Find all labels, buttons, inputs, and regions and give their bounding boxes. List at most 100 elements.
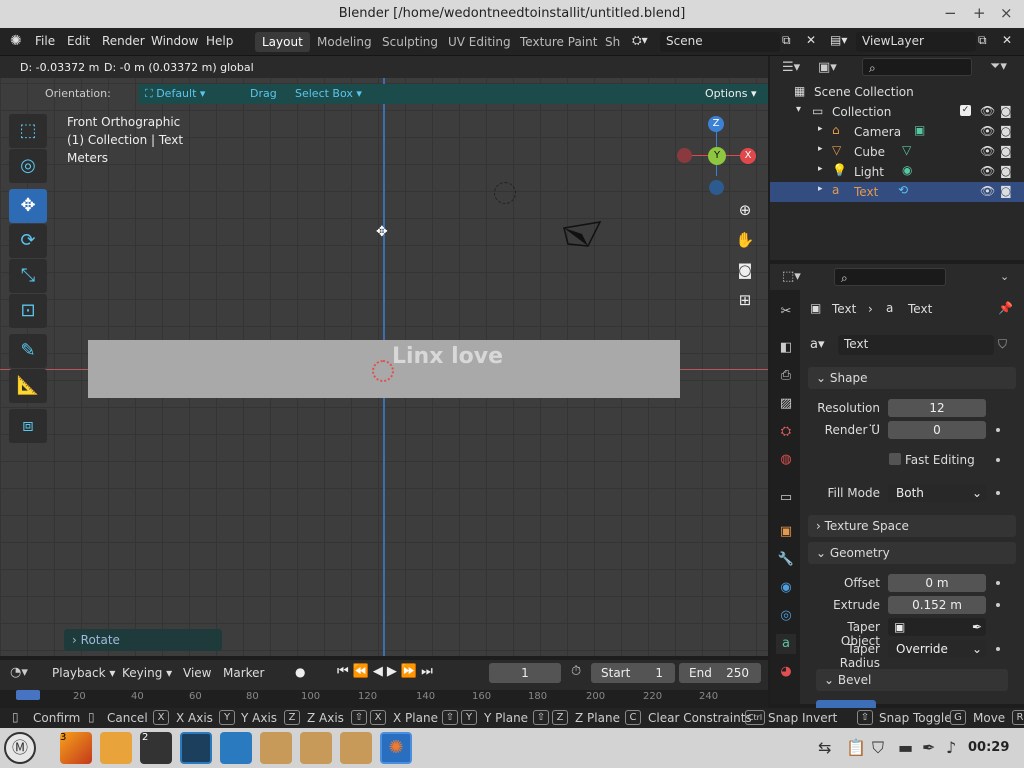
system-monitor-icon[interactable]: [180, 732, 212, 764]
end-frame-field[interactable]: End 250: [679, 663, 761, 683]
tab-texture-paint[interactable]: Texture Paint: [513, 32, 604, 52]
scene-tab-icon[interactable]: ⛭: [776, 422, 796, 442]
modifier-tab-icon[interactable]: 🔧: [776, 550, 796, 570]
menu-edit[interactable]: Edit: [67, 34, 90, 48]
3d-viewport[interactable]: Linx love ✥ Front Orthographic (1) Colle…: [0, 56, 768, 656]
render-camera-icon[interactable]: ◙: [1000, 164, 1012, 178]
minimize-button[interactable]: −: [944, 4, 957, 22]
fill-mode-dropdown[interactable]: Both ⌄: [888, 484, 986, 502]
tab-layout[interactable]: Layout: [255, 32, 310, 52]
gizmo-x[interactable]: X: [740, 148, 756, 164]
outliner-scene-collection[interactable]: ▦ Scene Collection: [770, 82, 1024, 102]
close-button[interactable]: ×: [1000, 4, 1013, 22]
light-object-icon[interactable]: [494, 182, 516, 204]
mesh-data-icon[interactable]: ▽: [902, 143, 911, 157]
render-u-field[interactable]: 0: [888, 421, 986, 439]
drag-dropdown[interactable]: Drag: [250, 87, 277, 100]
gizmo-neg-x[interactable]: [677, 148, 692, 163]
archive-icon[interactable]: [260, 732, 292, 764]
tab-uv-editing[interactable]: UV Editing: [441, 32, 518, 52]
view-layer-tab-icon[interactable]: ▨: [776, 394, 796, 414]
zoom-icon[interactable]: ⊕: [734, 199, 756, 221]
outliner-search-input[interactable]: ⌕: [862, 58, 972, 76]
eye-icon[interactable]: 👁: [980, 144, 995, 158]
clock[interactable]: 00:29: [968, 740, 1009, 755]
scene-selector[interactable]: Scene: [660, 32, 780, 52]
timeline-editor-type-icon[interactable]: ◔▾: [10, 665, 28, 680]
outliner-item-cube[interactable]: ▸ ▽ Cube ▽ 👁 ◙: [770, 142, 1024, 162]
properties-editor-type-icon[interactable]: ⬚▾: [782, 269, 801, 284]
orientation-dropdown[interactable]: ⛶ Default ▾: [145, 87, 205, 101]
add-cube-tool-icon[interactable]: ⧈: [9, 409, 47, 443]
exclude-checkbox[interactable]: ✓: [960, 105, 971, 116]
eye-icon[interactable]: 👁: [980, 124, 995, 138]
cursor-tool-icon[interactable]: ◎: [9, 149, 47, 183]
file-manager-icon[interactable]: [100, 732, 132, 764]
archive-icon[interactable]: [300, 732, 332, 764]
battery-icon[interactable]: ▬: [898, 738, 913, 757]
world-tab-icon[interactable]: ◍: [776, 450, 796, 470]
record-icon[interactable]: ●: [295, 665, 305, 679]
new-view-layer-icon[interactable]: ⧉: [978, 33, 987, 48]
firefox-icon[interactable]: 3: [60, 732, 92, 764]
keying-menu[interactable]: Keying ▾: [122, 666, 172, 680]
outliner-collection[interactable]: ▾ ▭ Collection ✓ 👁 ◙: [770, 102, 1024, 122]
rotate-tool-icon[interactable]: ⟳: [9, 224, 47, 258]
terminal-icon[interactable]: 2: [140, 732, 172, 764]
remove-view-layer-icon[interactable]: ✕: [1002, 33, 1012, 47]
render-tab-icon[interactable]: ◧: [776, 338, 796, 358]
clock-icon[interactable]: ⏱: [571, 664, 581, 679]
render-camera-icon[interactable]: ◙: [1000, 144, 1012, 158]
select-tool-icon[interactable]: ⬚: [9, 114, 47, 148]
scene-icon[interactable]: ⛭▾: [632, 33, 648, 48]
camera-object-icon[interactable]: [560, 218, 604, 250]
menu-render[interactable]: Render: [102, 34, 145, 48]
volume-icon[interactable]: ♪: [946, 738, 956, 757]
marker-menu[interactable]: Marker: [223, 666, 264, 680]
pan-hand-icon[interactable]: ✋: [734, 229, 756, 251]
last-operator-panel[interactable]: › Rotate: [64, 629, 222, 651]
object-tab-icon[interactable]: ▣: [776, 522, 796, 542]
archive-icon[interactable]: [340, 732, 372, 764]
options-dropdown[interactable]: Options ▾: [705, 87, 756, 100]
material-tab-icon[interactable]: ◕: [776, 662, 796, 682]
gizmo-y[interactable]: Y: [708, 147, 726, 165]
render-camera-icon[interactable]: ◙: [1000, 124, 1012, 138]
new-scene-icon[interactable]: ⧉: [782, 33, 791, 48]
menu-help[interactable]: Help: [206, 34, 233, 48]
bevel-panel-header[interactable]: ⌄ Bevel: [816, 669, 1008, 691]
shape-panel-header[interactable]: ⌄ Shape: [808, 367, 1016, 389]
measure-tool-icon[interactable]: 📐: [9, 369, 47, 403]
text-data-tab-icon[interactable]: a: [776, 634, 796, 654]
outliner-item-light[interactable]: ▸ 💡 Light ◉ 👁 ◙: [770, 162, 1024, 182]
blender-taskbar-icon[interactable]: ✺: [380, 732, 412, 764]
playhead[interactable]: [16, 690, 40, 700]
move-tool-icon[interactable]: ✥: [9, 189, 47, 223]
remove-scene-icon[interactable]: ✕: [806, 33, 816, 47]
datablock-name-field[interactable]: Text: [838, 335, 994, 355]
outliner-editor-type-icon[interactable]: ☰▾: [782, 60, 800, 75]
view-layer-icon[interactable]: ▤▾: [830, 33, 847, 47]
app-icon[interactable]: [220, 732, 252, 764]
network-icon[interactable]: ⇆: [818, 738, 831, 757]
menu-file[interactable]: File: [35, 34, 55, 48]
resolution-field[interactable]: 12: [888, 399, 986, 417]
gizmo-neg-z[interactable]: [709, 180, 724, 195]
view-menu[interactable]: View: [183, 666, 211, 680]
view-layer-selector[interactable]: ViewLayer: [856, 32, 976, 52]
start-frame-field[interactable]: Start 1: [591, 663, 675, 683]
ortho-grid-icon[interactable]: ⊞: [734, 289, 756, 311]
extrude-field[interactable]: 0.152 m: [888, 596, 986, 614]
fast-editing-checkbox[interactable]: [889, 453, 901, 465]
tab-modeling[interactable]: Modeling: [310, 32, 379, 52]
display-mode-icon[interactable]: ▣▾: [818, 60, 837, 75]
pen-icon[interactable]: ✒: [922, 738, 935, 757]
annotate-tool-icon[interactable]: ✎: [9, 334, 47, 368]
eye-icon[interactable]: 👁: [980, 184, 995, 198]
properties-search-input[interactable]: ⌕: [834, 268, 946, 286]
texture-space-panel-header[interactable]: › Texture Space: [808, 515, 1016, 537]
filter-icon[interactable]: ⏷▾: [990, 59, 1007, 74]
playback-menu[interactable]: Playback ▾: [52, 666, 115, 680]
tab-sculpting[interactable]: Sculpting: [375, 32, 445, 52]
pin-icon[interactable]: 📌: [998, 301, 1013, 315]
